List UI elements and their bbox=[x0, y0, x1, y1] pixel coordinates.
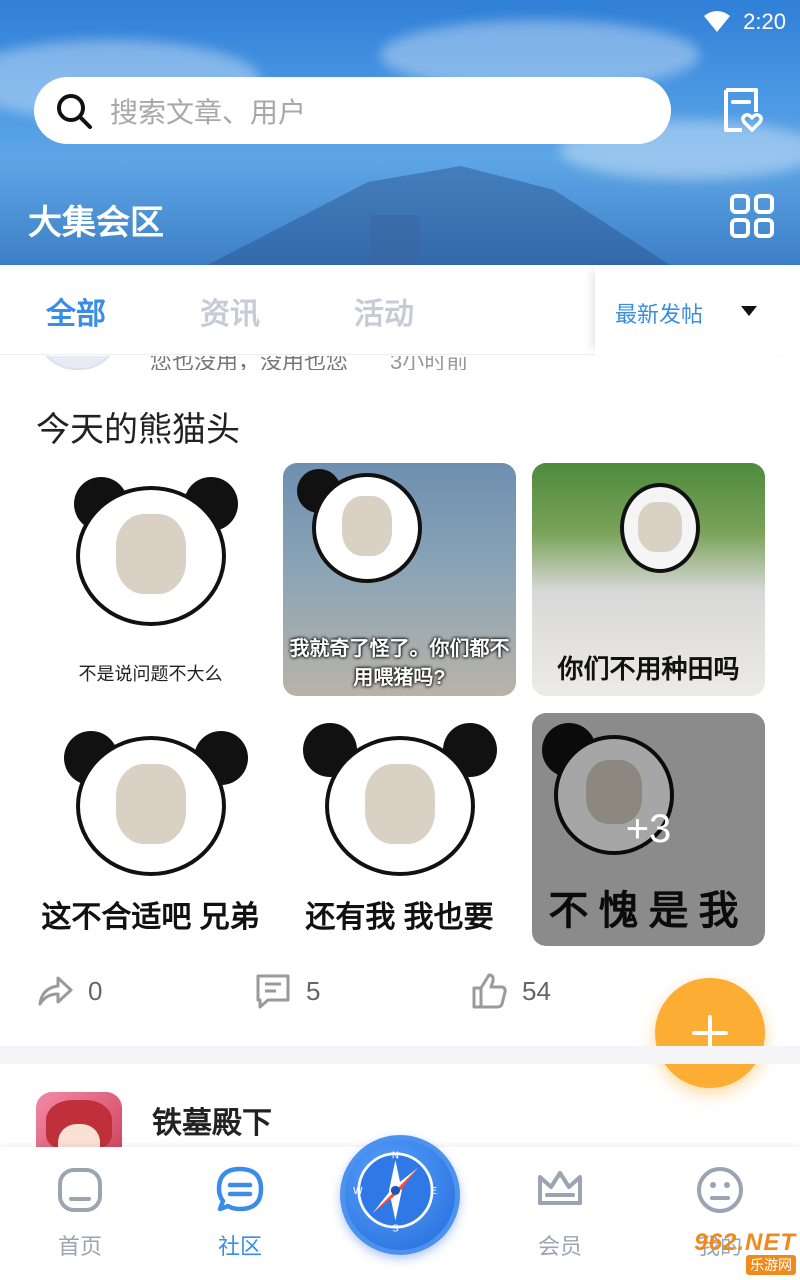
create-post-button[interactable] bbox=[655, 978, 765, 1088]
comment-icon bbox=[256, 974, 290, 1009]
panda-meme bbox=[311, 473, 422, 584]
watermark-sub: 乐游网 bbox=[746, 1255, 796, 1275]
nav-label: 首页 bbox=[57, 1234, 102, 1259]
share-count: 0 bbox=[88, 975, 103, 1006]
search-input[interactable]: 搜索文章、用户 bbox=[34, 77, 671, 144]
discover-button[interactable]: N S W E bbox=[340, 1135, 460, 1255]
sort-dropdown[interactable]: 最新发帖 bbox=[595, 265, 800, 355]
panda-meme bbox=[75, 486, 226, 627]
partial-post-row: 您也没用，没用也您 3小时前 bbox=[0, 356, 800, 370]
tower-background bbox=[370, 215, 420, 265]
compass-icon: N S W E bbox=[353, 1150, 437, 1235]
comment-button[interactable]: 5 bbox=[254, 972, 320, 1010]
image-caption: 你们不用种田吗 bbox=[557, 654, 740, 684]
like-count: 54 bbox=[522, 975, 551, 1006]
svg-text:S: S bbox=[392, 1224, 398, 1235]
like-button[interactable]: 54 bbox=[470, 972, 551, 1010]
image-caption: 我就奇了怪了。你们都不用喂猪吗? bbox=[289, 638, 510, 689]
nav-community[interactable]: 社区 bbox=[180, 1165, 300, 1261]
search-placeholder: 搜索文章、用户 bbox=[110, 96, 307, 128]
feed-divider bbox=[0, 1046, 800, 1064]
nav-label: 会员 bbox=[537, 1234, 582, 1259]
more-images-overlay[interactable]: +3 bbox=[532, 713, 765, 946]
tab-news[interactable]: 资讯 bbox=[200, 289, 260, 333]
partial-post-time: 3小时前 bbox=[390, 356, 469, 370]
tab-all[interactable]: 全部 bbox=[46, 289, 106, 333]
post-image[interactable]: 你们不用种田吗 bbox=[532, 463, 765, 696]
svg-text:N: N bbox=[392, 1150, 400, 1161]
status-time: 2:20 bbox=[743, 9, 786, 34]
panda-meme bbox=[324, 736, 475, 877]
category-tabs: 全部 资讯 活动 最新发帖 bbox=[0, 265, 800, 355]
nav-membership[interactable]: 会员 bbox=[500, 1165, 620, 1261]
home-icon bbox=[58, 1168, 102, 1212]
sort-label: 最新发帖 bbox=[615, 302, 704, 327]
crown-icon bbox=[538, 1171, 582, 1205]
panda-meme bbox=[620, 483, 701, 574]
post-image[interactable]: 不是说问题不大么 bbox=[34, 463, 267, 696]
section-title: 大集会区 bbox=[28, 204, 164, 242]
smile-icon bbox=[697, 1167, 743, 1213]
nav-home[interactable]: 首页 bbox=[20, 1165, 140, 1261]
avatar[interactable] bbox=[36, 356, 120, 370]
wifi-icon bbox=[704, 11, 731, 32]
post-image[interactable]: 不愧是我 +3 bbox=[532, 713, 765, 946]
comment-count: 5 bbox=[306, 975, 321, 1006]
site-watermark: 962.NET 乐游网 bbox=[660, 1228, 796, 1276]
svg-text:W: W bbox=[353, 1186, 363, 1197]
image-caption: 不是说问题不大么 bbox=[78, 664, 223, 684]
post-image[interactable]: 这不合适吧 兄弟 bbox=[34, 713, 267, 946]
post-image[interactable]: 还有我 我也要 bbox=[283, 713, 516, 946]
panda-meme bbox=[75, 736, 226, 877]
share-icon bbox=[38, 976, 73, 1006]
image-caption: 这不合适吧 兄弟 bbox=[41, 901, 260, 934]
caret-down-icon bbox=[741, 306, 757, 316]
post-image[interactable]: 我就奇了怪了。你们都不用喂猪吗? bbox=[283, 463, 516, 696]
status-bar: 2:20 bbox=[703, 6, 786, 38]
image-caption: 还有我 我也要 bbox=[305, 901, 494, 934]
post-title[interactable]: 今天的熊猫头 bbox=[36, 402, 240, 451]
watermark-main: 962.NET bbox=[694, 1229, 796, 1256]
thumbs-up-icon bbox=[472, 973, 507, 1009]
tab-events[interactable]: 活动 bbox=[354, 289, 414, 333]
svg-text:E: E bbox=[431, 1186, 437, 1197]
partial-post-text: 您也没用，没用也您 bbox=[150, 356, 349, 370]
chat-icon bbox=[216, 1166, 264, 1212]
search-icon bbox=[57, 93, 92, 129]
share-button[interactable]: 0 bbox=[36, 972, 102, 1010]
nav-label: 社区 bbox=[217, 1234, 262, 1259]
header-banner: 2:20 搜索文章、用户 大集会区 bbox=[0, 0, 800, 265]
post-author[interactable]: 铁墓殿下 bbox=[152, 1098, 272, 1142]
grid-menu-icon[interactable] bbox=[730, 194, 774, 238]
favorites-icon[interactable] bbox=[718, 86, 764, 134]
